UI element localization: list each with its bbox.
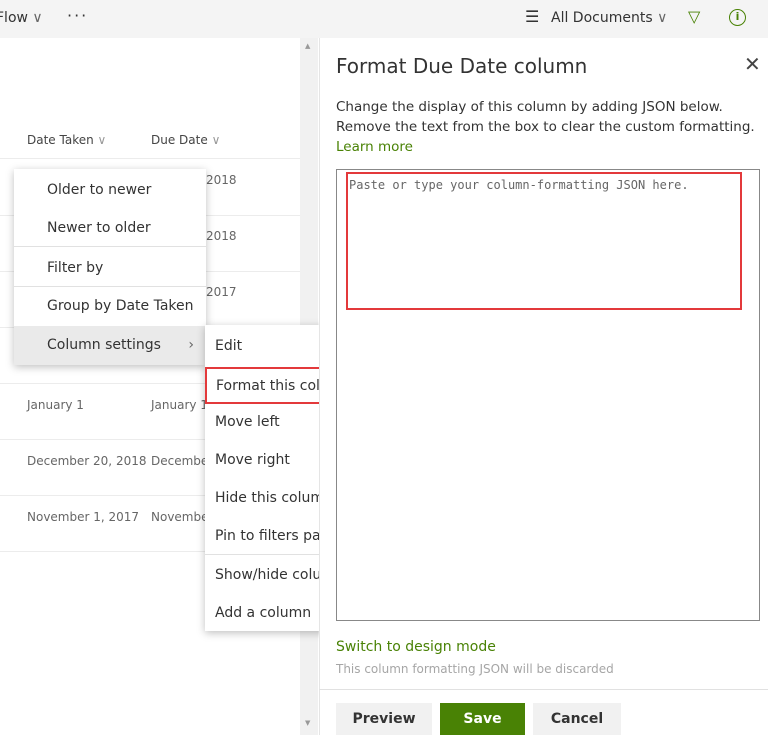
panel-title: Format Due Date column — [336, 54, 588, 78]
chevron-down-icon: ∨ — [657, 10, 668, 26]
table-cell: Novembe — [151, 510, 209, 524]
column-context-menu: Older to newer Newer to older Filter by … — [14, 169, 206, 365]
info-icon[interactable]: i — [729, 9, 746, 26]
table-cell: 2017 — [206, 285, 237, 299]
learn-more-link[interactable]: Learn more — [336, 137, 756, 157]
table-cell: 2018 — [206, 229, 237, 243]
panel-description: Remove the text from the box to clear th… — [336, 119, 755, 135]
json-placeholder: Paste or type your column-formatting JSO… — [349, 178, 689, 192]
preview-button[interactable]: Preview — [336, 703, 432, 735]
table-cell: 2018 — [206, 173, 237, 187]
table-cell: January 1 — [151, 398, 208, 412]
table-cell: Decembe — [151, 454, 209, 468]
menu-item-older-to-newer[interactable]: Older to newer — [14, 171, 206, 209]
flow-menu[interactable]: Flow ∨ — [0, 10, 43, 26]
command-bar: Flow ∨ ··· ☰ All Documents ∨ ▽ i — [0, 0, 768, 38]
menu-item-group-by[interactable]: Group by Date Taken — [14, 287, 206, 325]
column-header-date-taken[interactable]: Date Taken ∨ — [27, 133, 106, 147]
divider — [14, 246, 206, 247]
switch-design-mode-link[interactable]: Switch to design mode — [336, 639, 496, 655]
more-button[interactable]: ··· — [67, 6, 88, 25]
divider — [319, 689, 768, 690]
discard-note: This column formatting JSON will be disc… — [336, 662, 614, 676]
save-button[interactable]: Save — [440, 703, 525, 735]
view-selector[interactable]: All Documents ∨ — [551, 10, 667, 26]
json-textarea[interactable]: Paste or type your column-formatting JSO… — [336, 169, 760, 621]
close-icon[interactable]: ✕ — [744, 52, 761, 76]
chevron-down-icon: ∨ — [32, 10, 43, 26]
chevron-right-icon: › — [188, 337, 194, 353]
menu-item-column-settings[interactable]: Column settings › — [14, 326, 206, 365]
scroll-down-icon[interactable]: ▼ — [305, 719, 310, 727]
panel-description: Change the display of this column by add… — [336, 99, 723, 115]
filter-icon[interactable]: ▽ — [688, 7, 700, 26]
highlight-box — [346, 172, 742, 310]
table-cell: January 1 — [27, 398, 84, 412]
menu-item-newer-to-older[interactable]: Newer to older — [14, 209, 206, 247]
cancel-button[interactable]: Cancel — [533, 703, 621, 735]
menu-item-filter-by[interactable]: Filter by — [14, 249, 206, 287]
table-cell: November 1, 2017 — [27, 510, 140, 524]
scroll-up-icon[interactable]: ▲ — [305, 42, 310, 50]
view-list-icon: ☰ — [525, 7, 540, 26]
table-cell: December 20, 2018 — [27, 454, 147, 468]
column-header-due-date[interactable]: Due Date ∨ — [151, 133, 220, 147]
row-divider — [0, 158, 300, 159]
